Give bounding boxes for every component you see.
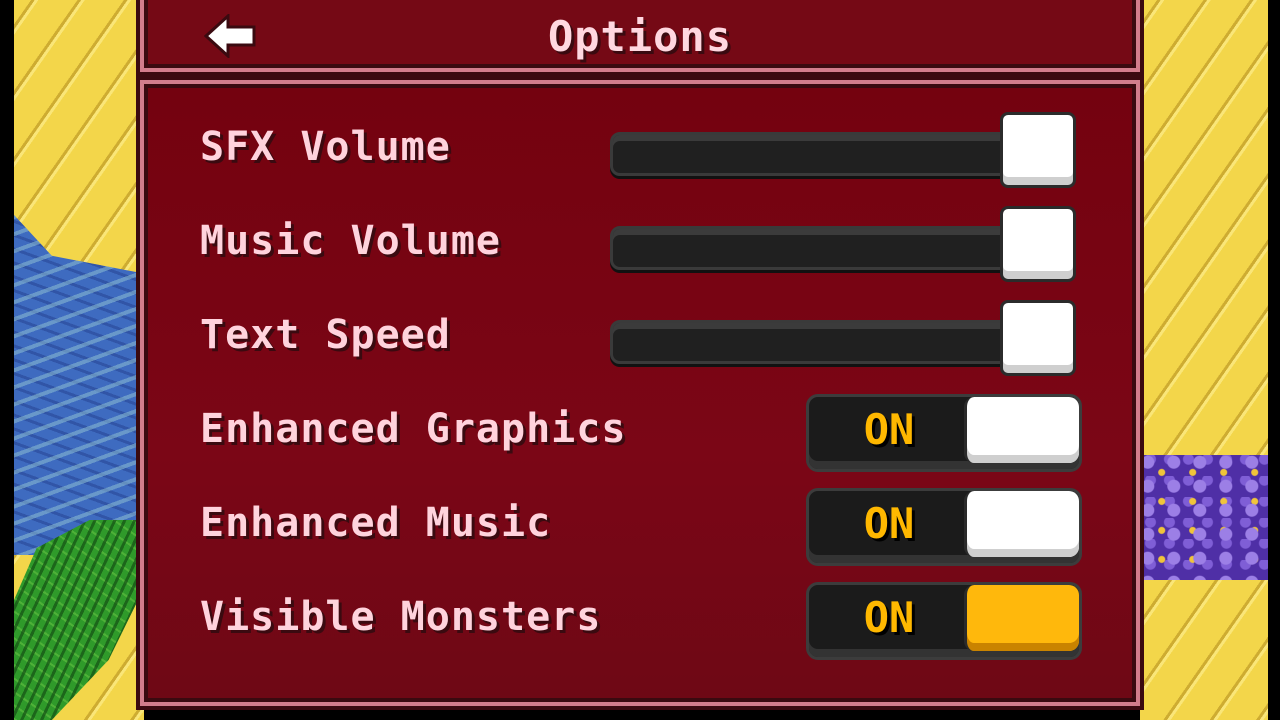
toggle-state-text: ON xyxy=(863,405,915,454)
back-button[interactable] xyxy=(203,12,256,60)
slider-thumb[interactable] xyxy=(1000,206,1076,282)
option-label-music-volume: Music Volume xyxy=(200,218,501,264)
option-label-visible-monsters: Visible Monsters xyxy=(200,594,602,640)
visible-monsters-toggle[interactable]: ON xyxy=(806,582,1082,660)
slider-track xyxy=(610,132,1016,176)
rock-tile xyxy=(1140,455,1268,580)
text-speed-slider[interactable] xyxy=(610,300,1076,376)
music-volume-slider[interactable] xyxy=(610,206,1076,282)
enhanced-graphics-toggle[interactable]: ON xyxy=(806,394,1082,472)
option-label-text-speed: Text Speed xyxy=(200,312,451,358)
toggle-knob xyxy=(964,585,1079,651)
toggle-knob xyxy=(964,397,1079,463)
game-screen: Options SFX Volume Music Volume Text Spe… xyxy=(0,0,1280,720)
option-label-sfx-volume: SFX Volume xyxy=(200,124,451,170)
toggle-state-text: ON xyxy=(863,593,915,642)
toggle-knob xyxy=(964,491,1079,557)
slider-thumb[interactable] xyxy=(1000,300,1076,376)
slider-track xyxy=(610,226,1016,270)
slider-thumb[interactable] xyxy=(1000,112,1076,188)
enhanced-music-toggle[interactable]: ON xyxy=(806,488,1082,566)
sand-tile-right xyxy=(1140,0,1268,720)
sfx-volume-slider[interactable] xyxy=(610,112,1076,188)
option-label-enhanced-graphics: Enhanced Graphics xyxy=(200,406,627,452)
left-arrow-icon xyxy=(203,12,256,60)
toggle-state-text: ON xyxy=(863,499,915,548)
option-label-enhanced-music: Enhanced Music xyxy=(200,500,552,546)
page-title: Options xyxy=(547,12,732,61)
slider-track xyxy=(610,320,1016,364)
